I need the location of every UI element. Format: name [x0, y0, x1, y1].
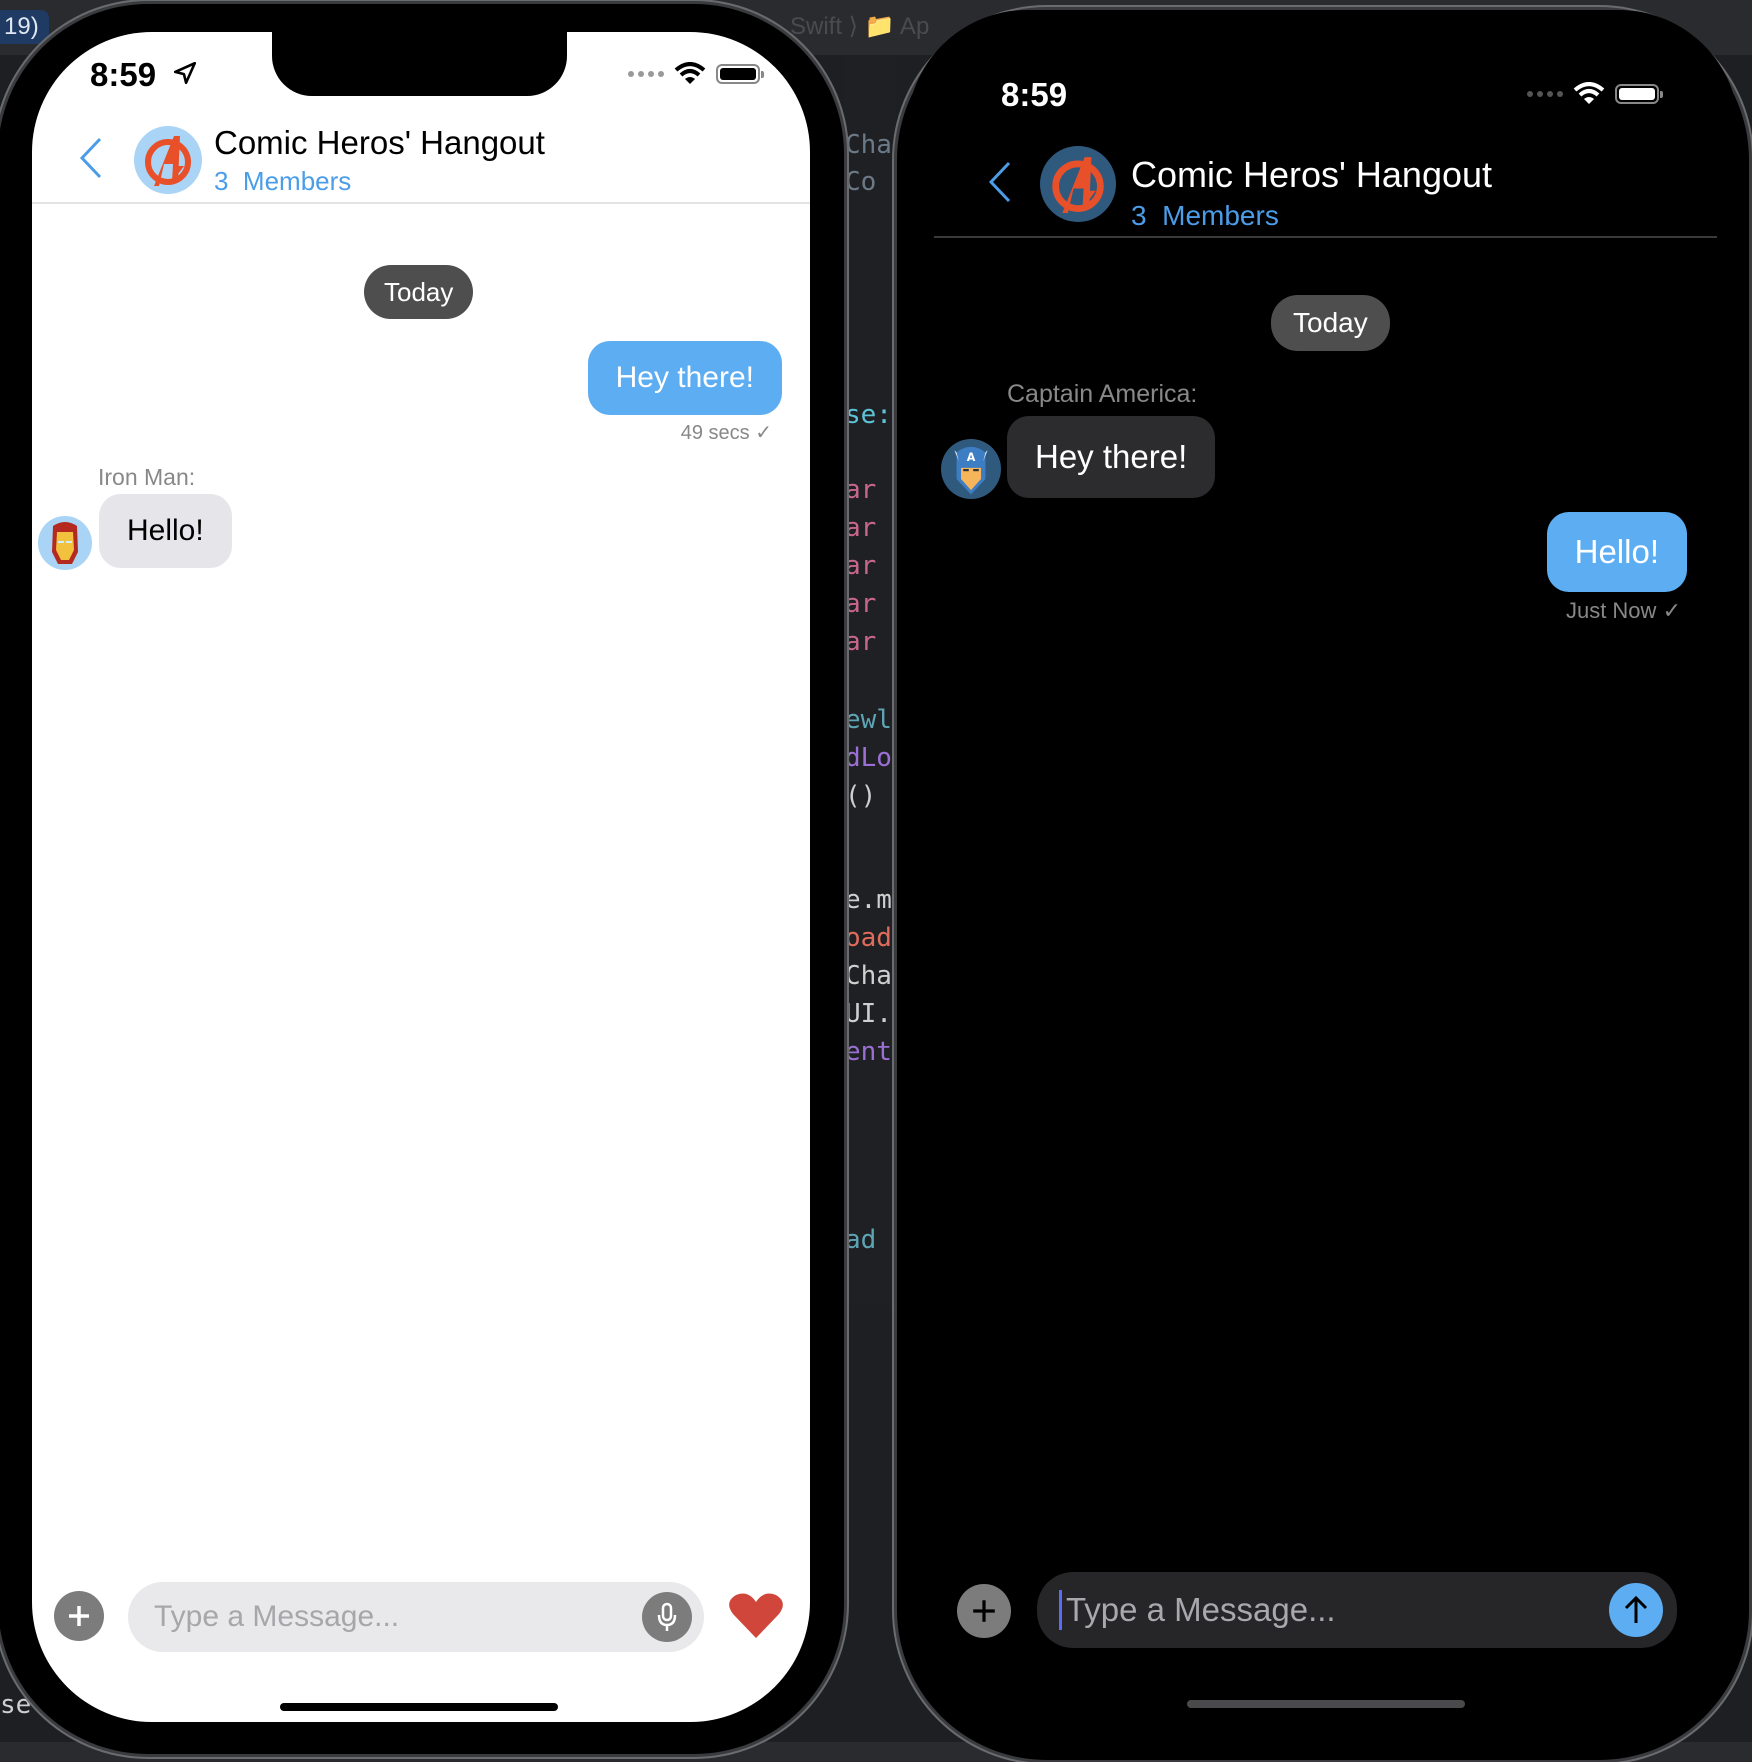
code-line: Cha — [845, 130, 892, 160]
checkmark-icon: ✓ — [1662, 598, 1681, 623]
member-count: 3 Members — [214, 166, 351, 197]
message-input[interactable] — [1063, 1590, 1677, 1630]
message-bubble-incoming[interactable]: Hello! — [99, 494, 232, 568]
captain-america-avatar[interactable]: A — [941, 439, 1001, 499]
battery-icon — [716, 64, 764, 84]
status-icons — [628, 62, 764, 86]
message-bubble-incoming[interactable]: Hey there! — [1007, 416, 1216, 498]
message-input[interactable] — [152, 1599, 704, 1635]
sender-name: Iron Man: — [98, 464, 196, 490]
member-count-value: 3 — [1131, 200, 1147, 231]
battery-icon — [1615, 84, 1663, 104]
code-line: ar — [845, 513, 877, 543]
simulator-dark: 8:59 Comic Heros' Hangout 3 Members Toda… — [897, 10, 1749, 1760]
simulator-light: 8:59 Comic Heros' Hangout 3 Members Toda… — [0, 4, 844, 1754]
text-cursor — [1059, 1590, 1062, 1630]
code-line: se: — [845, 400, 892, 430]
home-indicator[interactable] — [1187, 1700, 1465, 1708]
member-label: Members — [242, 166, 352, 196]
iron-man-avatar[interactable] — [38, 516, 92, 570]
chevron-left-icon[interactable] — [987, 160, 1013, 209]
plus-icon[interactable] — [957, 1584, 1011, 1638]
message-bubble-outgoing[interactable]: Hello! — [1546, 512, 1687, 592]
home-indicator[interactable] — [280, 1703, 558, 1711]
member-count-value: 3 — [214, 166, 229, 196]
chevron-left-icon[interactable] — [78, 136, 104, 185]
message-time: Just Now — [1565, 598, 1657, 623]
status-bar: 8:59 — [907, 10, 1739, 113]
checkmark-icon: ✓ — [755, 422, 772, 444]
member-label: Members — [1162, 200, 1279, 231]
svg-text:A: A — [967, 451, 976, 464]
code-line: ar — [845, 551, 877, 581]
message-field[interactable] — [128, 1582, 704, 1652]
status-time: 8:59 — [90, 56, 157, 93]
code-line: Co — [845, 167, 877, 197]
wifi-icon — [674, 62, 706, 84]
header-divider — [934, 236, 1717, 238]
message-bubble-outgoing[interactable]: Hey there! — [587, 341, 782, 415]
status-time: 8:59 — [1001, 76, 1068, 113]
chat-screen-light: 8:59 Comic Heros' Hangout 3 Members Toda… — [32, 32, 810, 1722]
wifi-icon — [1573, 82, 1605, 104]
plus-icon[interactable] — [54, 1591, 104, 1641]
member-count: 3 Members — [1131, 200, 1279, 232]
code-line: oad — [845, 923, 892, 953]
code-editor-strip: Cha Co se: ar ar ar ar ar ewl dLo () e.m oad Cha UI. e… — [845, 55, 895, 1305]
chat-screen-dark: 8:59 Comic Heros' Hangout 3 Members Toda… — [907, 10, 1739, 1750]
date-pill: Today — [364, 265, 474, 319]
code-line: () — [845, 781, 877, 811]
avengers-logo-icon — [145, 136, 191, 186]
location-arrow-icon — [172, 60, 198, 91]
date-pill: Today — [1271, 295, 1390, 351]
message-field[interactable] — [1037, 1572, 1677, 1648]
group-title: Comic Heros' Hangout — [214, 124, 545, 161]
code-line: ewl — [845, 705, 892, 735]
arrow-up-icon[interactable] — [1609, 1583, 1663, 1637]
microphone-icon[interactable] — [642, 1592, 692, 1642]
code-line: dLo — [845, 743, 892, 773]
code-line: ar — [845, 475, 877, 505]
status-bar: 8:59 — [32, 32, 810, 122]
code-line: UI. — [845, 999, 892, 1029]
group-avatar[interactable] — [1040, 146, 1116, 222]
header-divider — [32, 202, 810, 204]
code-line: ad — [845, 1225, 877, 1255]
code-line: ent — [845, 1037, 892, 1067]
status-icons — [1527, 82, 1663, 106]
message-meta: Just Now ✓ — [1566, 598, 1681, 624]
code-line: ar — [845, 627, 877, 657]
message-time: 49 secs — [680, 422, 750, 444]
signal-icon — [628, 71, 664, 77]
group-avatar[interactable] — [134, 126, 202, 194]
signal-icon — [1527, 91, 1563, 97]
sender-name: Captain America: — [1007, 380, 1198, 408]
code-line: Cha — [845, 961, 892, 991]
avengers-logo-icon — [1052, 157, 1104, 214]
group-title: Comic Heros' Hangout — [1131, 154, 1493, 195]
message-meta: 49 secs ✓ — [681, 420, 772, 445]
code-line: ar — [845, 589, 877, 619]
code-line: e.m — [845, 885, 892, 915]
heart-icon[interactable] — [728, 1592, 784, 1645]
